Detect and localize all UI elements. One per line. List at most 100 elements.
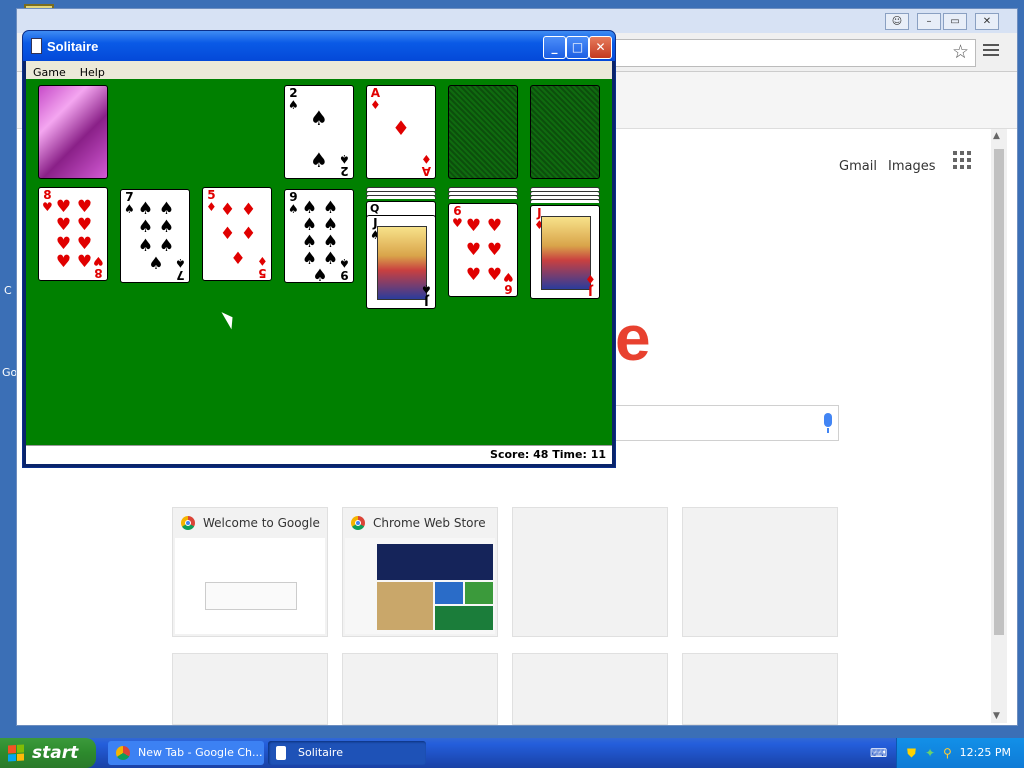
window-title: Solitaire xyxy=(47,39,99,54)
close-button[interactable]: ✕ xyxy=(975,13,999,30)
most-visited-tile-empty xyxy=(172,653,328,725)
most-visited-tile[interactable]: Chrome Web Store xyxy=(342,507,498,637)
mouse-cursor-icon xyxy=(221,308,238,330)
gmail-link[interactable]: Gmail xyxy=(839,159,877,174)
tableau-card[interactable]: J ♠ J ♠ xyxy=(366,215,436,309)
suit-pip-icon: ♥ xyxy=(465,265,482,286)
page-scrollbar[interactable]: ▲ ▼ xyxy=(991,129,1007,723)
foundation-card[interactable]: A ♦ ♦ A ♦ xyxy=(366,85,436,179)
card-rank: 2 ♠ xyxy=(339,152,350,178)
keyboard-icon[interactable]: ⌨ xyxy=(870,746,887,760)
spade-pips: ♠ ♠ ♠ ♠ ♠ ♠ ♠ xyxy=(135,200,177,274)
foundation-card[interactable]: 2 ♠ ♠ ♠ 2 ♠ xyxy=(284,85,354,179)
minimize-button[interactable]: _ xyxy=(543,36,566,59)
card-rank: A ♦ xyxy=(370,86,381,112)
taskbar: start New Tab - Google Ch... Solitaire ⌨… xyxy=(0,738,1024,768)
card-rank: A ♦ xyxy=(421,152,432,178)
most-visited-tile-empty xyxy=(682,507,838,637)
empty-foundation-slot[interactable] xyxy=(448,85,518,179)
most-visited-tile-empty xyxy=(342,653,498,725)
bookmark-star-icon[interactable]: ☆ xyxy=(952,41,969,63)
start-label: start xyxy=(32,743,79,763)
card-rank: 6 ♥ xyxy=(503,270,514,296)
maximize-button[interactable]: □ xyxy=(566,36,589,59)
solitaire-titlebar[interactable]: Solitaire _ □ ✕ xyxy=(23,31,615,61)
apps-grid-icon[interactable] xyxy=(953,151,971,169)
clock: 12:25 PM xyxy=(959,746,1011,759)
chrome-menu-icon[interactable] xyxy=(983,41,999,59)
suit-pip-icon: ♥ xyxy=(486,215,503,236)
tile-title: Welcome to Google C xyxy=(203,516,321,530)
suit-pip-icon: ♠ xyxy=(312,266,328,283)
card-rank: J ♦ xyxy=(585,272,596,298)
tableau-card[interactable]: 8 ♥ ♥ ♥ ♥ ♥ ♥ ♥ ♥ ♥ 8 ♥ xyxy=(38,187,108,281)
card-rank: 7 ♠ xyxy=(175,256,186,282)
card-rank: 6 ♥ xyxy=(452,204,463,230)
suit-pip-icon: ♥ xyxy=(55,252,72,273)
face-down-card-edge xyxy=(448,195,518,199)
suit-pip-icon: ♠ xyxy=(158,198,175,219)
system-tray: ⛊ ✦ ⚲ 12:25 PM xyxy=(896,738,1024,768)
google-logo-fragment: e xyxy=(615,302,651,374)
suit-pip-icon: ♥ xyxy=(486,265,503,286)
taskbar-item-solitaire[interactable]: Solitaire xyxy=(268,741,426,765)
suit-pip-icon: ♥ xyxy=(76,215,93,236)
spade-icon: ♠ xyxy=(310,106,328,130)
taskbar-item-label: Solitaire xyxy=(298,746,343,759)
card-rank: 8 ♥ xyxy=(42,188,53,214)
suit-pip-icon: ♥ xyxy=(76,252,93,273)
network-icon[interactable]: ✦ xyxy=(925,746,939,760)
most-visited-tile[interactable]: Welcome to Google C xyxy=(172,507,328,637)
taskbar-item-label: New Tab - Google Ch... xyxy=(138,746,263,759)
jack-face-art xyxy=(541,216,591,290)
suit-pip-icon: ♦ xyxy=(219,199,236,220)
solitaire-window: Solitaire _ □ ✕ Game Help 2 ♠ ♠ ♠ 2 ♠ A ♦ ♦ … xyxy=(22,30,616,468)
tableau-card[interactable]: 7 ♠ ♠ ♠ ♠ ♠ ♠ ♠ ♠ 7 ♠ xyxy=(120,189,190,283)
scrollbar-thumb[interactable] xyxy=(994,149,1004,635)
suit-pip-icon: ♠ xyxy=(137,217,154,238)
maximize-button[interactable]: ▭ xyxy=(943,13,967,30)
most-visited-tile-empty xyxy=(512,507,668,637)
diamond-pips: ♦ ♦ ♦ ♦ ♦ xyxy=(217,198,259,272)
google-search-input[interactable] xyxy=(615,405,839,441)
microphone-icon[interactable] xyxy=(824,413,832,433)
card-rank: J ♠ xyxy=(421,282,432,308)
security-shield-icon[interactable]: ⛊ xyxy=(907,746,921,760)
images-link[interactable]: Images xyxy=(888,159,936,174)
chrome-icon xyxy=(116,746,130,760)
tableau-card[interactable]: 9 ♠ ♠ ♠ ♠ ♠ ♠ ♠ ♠ ♠ ♠ 9 ♠ xyxy=(284,189,354,283)
start-button[interactable]: start xyxy=(0,738,96,768)
tableau-card[interactable]: J ♦ J ♦ xyxy=(530,205,600,299)
search-icon[interactable]: ⚲ xyxy=(943,746,957,760)
user-icon[interactable]: ☺ xyxy=(885,13,909,30)
diamond-icon: ♦ xyxy=(392,116,410,140)
tile-thumbnail xyxy=(175,538,325,634)
suit-pip-icon: ♠ xyxy=(158,217,175,238)
scroll-down-icon[interactable]: ▼ xyxy=(993,711,1000,721)
tableau-card[interactable]: 6 ♥ ♥ ♥ ♥ ♥ ♥ ♥ 6 ♥ xyxy=(448,203,518,297)
minimize-button[interactable]: – xyxy=(917,13,941,30)
suit-pip-icon: ♥ xyxy=(76,196,93,217)
card-rank: 5 ♦ xyxy=(257,254,268,280)
suit-pip-icon: ♥ xyxy=(465,240,482,261)
address-bar[interactable]: ☆ xyxy=(597,39,976,67)
tableau-card[interactable]: 5 ♦ ♦ ♦ ♦ ♦ ♦ 5 ♦ xyxy=(202,187,272,281)
scroll-up-icon[interactable]: ▲ xyxy=(993,131,1000,141)
desktop-text-fragment: C xyxy=(4,284,12,297)
empty-foundation-slot[interactable] xyxy=(530,85,600,179)
suit-pip-icon: ♥ xyxy=(465,215,482,236)
suit-pip-icon: ♥ xyxy=(55,196,72,217)
suit-pip-icon: ♠ xyxy=(137,198,154,219)
suit-pip-icon: ♥ xyxy=(55,233,72,254)
suit-pip-icon: ♠ xyxy=(148,254,164,275)
suit-pip-icon: ♦ xyxy=(240,199,257,220)
spade-pips: ♠ ♠ ♠ ♠ ♠ ♠ ♠ ♠ ♠ xyxy=(299,200,341,283)
close-button[interactable]: ✕ xyxy=(589,36,612,59)
taskbar-item-chrome[interactable]: New Tab - Google Ch... xyxy=(108,741,264,765)
heart-pips: ♥ ♥ ♥ ♥ ♥ ♥ ♥ ♥ xyxy=(53,198,95,272)
card-rank: 7 ♠ xyxy=(124,190,135,216)
stock-pile[interactable] xyxy=(38,85,108,179)
heart-pips: ♥ ♥ ♥ ♥ ♥ ♥ xyxy=(463,214,505,288)
card-rank: Q xyxy=(370,202,380,215)
score-time-status: Score: 48 Time: 11 xyxy=(490,448,606,461)
